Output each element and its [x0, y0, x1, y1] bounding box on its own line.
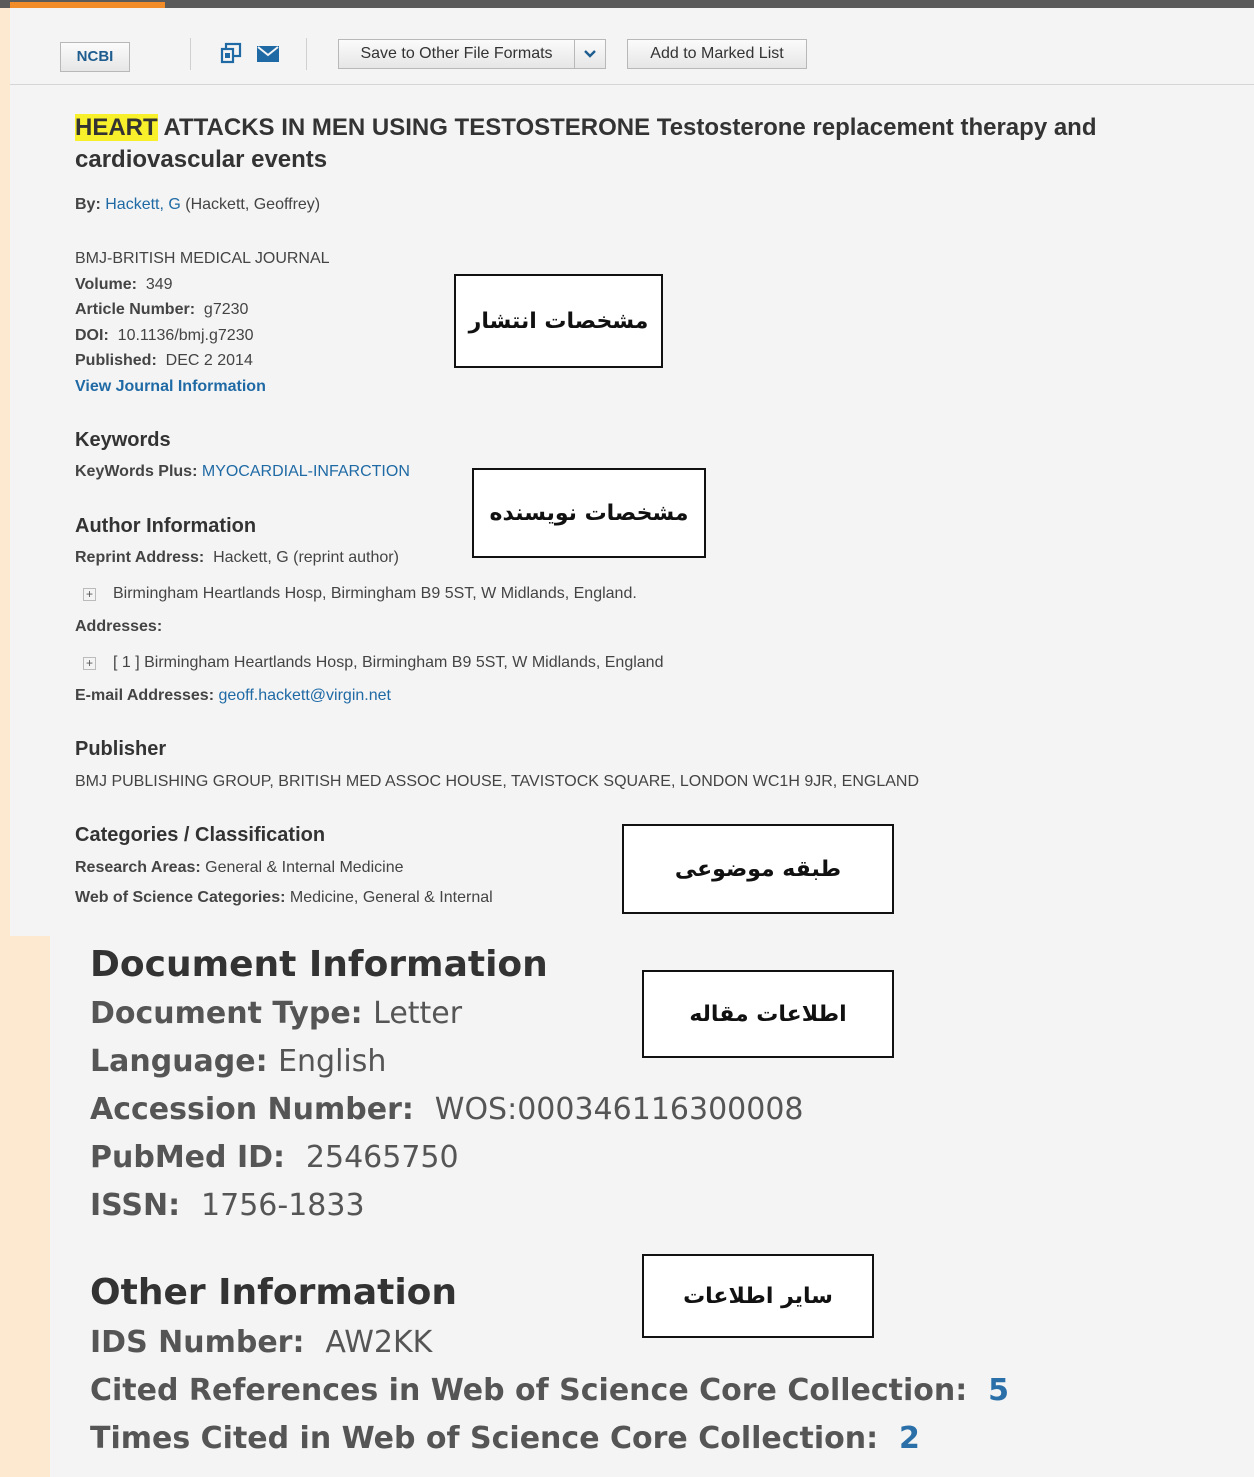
view-journal-link[interactable]: View Journal Information: [75, 378, 266, 396]
publisher-value: BMJ PUBLISHING GROUP, BRITISH MED ASSOC …: [75, 773, 920, 790]
left-strip-lower: [0, 936, 50, 1477]
annotation-publication: مشخصات انتشار: [454, 274, 663, 368]
document-info-panel: Document Information Document Type: Lett…: [50, 936, 1254, 1477]
annotation-author: مشخصات نویسنده: [472, 468, 706, 558]
expand-reprint-plus-icon[interactable]: +: [83, 588, 96, 601]
annotation-subject: طبقه موضوعی: [622, 824, 894, 914]
title-highlight: HEART: [75, 114, 158, 141]
journal-name: BMJ-BRITISH MEDICAL JOURNAL: [75, 250, 330, 267]
chevron-down-icon: [584, 50, 596, 58]
top-bar: [0, 0, 1254, 8]
times-cited-link[interactable]: 2: [899, 1421, 920, 1456]
author-link[interactable]: Hackett, G: [105, 196, 181, 213]
left-strip: [0, 8, 10, 936]
ids-row: IDS Number: AW2KK: [90, 1325, 433, 1360]
document-info-heading: Document Information: [90, 944, 548, 985]
accession-row: Accession Number: WOS:000346116300008: [90, 1092, 804, 1127]
toolbar-divider: [190, 38, 191, 70]
categories-heading: Categories / Classification: [75, 824, 326, 846]
reprint-address-row: Reprint Address: Hackett, G (reprint aut…: [75, 549, 399, 566]
issn-row: ISSN: 1756-1833: [90, 1188, 365, 1223]
reprint-address-text: Birmingham Heartlands Hosp, Birmingham B…: [113, 585, 637, 602]
expand-address-plus-icon[interactable]: +: [83, 657, 96, 670]
research-areas-row: Research Areas: General & Internal Medic…: [75, 859, 404, 876]
other-info-heading: Other Information: [90, 1272, 458, 1313]
email-row: E-mail Addresses: geoff.hackett@virgin.n…: [75, 687, 391, 704]
wos-categories-row: Web of Science Categories: Medicine, Gen…: [75, 889, 493, 906]
toolbar-divider: [306, 38, 307, 70]
save-to-file-formats-button[interactable]: Save to Other File Formats: [338, 39, 575, 69]
record-title: HEART ATTACKS IN MEN USING TESTOSTERONE …: [75, 112, 1205, 176]
published-row: Published: DEC 2 2014: [75, 352, 253, 369]
publisher-heading: Publisher: [75, 738, 167, 760]
cited-references-row: Cited References in Web of Science Core …: [90, 1373, 1010, 1408]
title-text: ATTACKS IN MEN USING TESTOSTERONE Testos…: [75, 114, 1097, 173]
pubmed-row: PubMed ID: 25465750: [90, 1140, 459, 1175]
annotation-other-info: سایر اطلاعات: [642, 1254, 874, 1338]
keyword-link[interactable]: MYOCARDIAL-INFARCTION: [202, 463, 410, 480]
record-panel: NCBI Save to Other File Formats Add to M…: [10, 8, 1254, 936]
ncbi-button[interactable]: NCBI: [60, 42, 130, 72]
doi-row: DOI: 10.1136/bmj.g7230: [75, 327, 254, 344]
author-line: By: Hackett, G (Hackett, Geoffrey): [75, 196, 321, 213]
email-icon[interactable]: [257, 46, 279, 67]
address-1-text: [ 1 ] Birmingham Heartlands Hosp, Birmin…: [113, 654, 664, 671]
keywords-plus-row: KeyWords Plus: MYOCARDIAL-INFARCTION: [75, 463, 410, 480]
toolbar: NCBI Save to Other File Formats Add to M…: [10, 8, 1254, 85]
document-type-row: Document Type: Letter: [90, 996, 463, 1031]
volume-row: Volume: 349: [75, 276, 173, 293]
email-link[interactable]: geoff.hackett@virgin.net: [218, 687, 391, 704]
save-format-dropdown[interactable]: [574, 39, 606, 69]
addresses-label: Addresses:: [75, 618, 163, 635]
keywords-heading: Keywords: [75, 429, 171, 451]
language-row: Language: English: [90, 1044, 387, 1079]
annotation-article-info: اطلاعات مقاله: [642, 970, 894, 1058]
cited-references-link[interactable]: 5: [988, 1373, 1009, 1408]
add-to-marked-list-button[interactable]: Add to Marked List: [627, 39, 807, 69]
times-cited-row: Times Cited in Web of Science Core Colle…: [90, 1421, 920, 1456]
print-icon[interactable]: [220, 42, 242, 69]
author-info-heading: Author Information: [75, 515, 257, 537]
article-number-row: Article Number: g7230: [75, 301, 249, 318]
